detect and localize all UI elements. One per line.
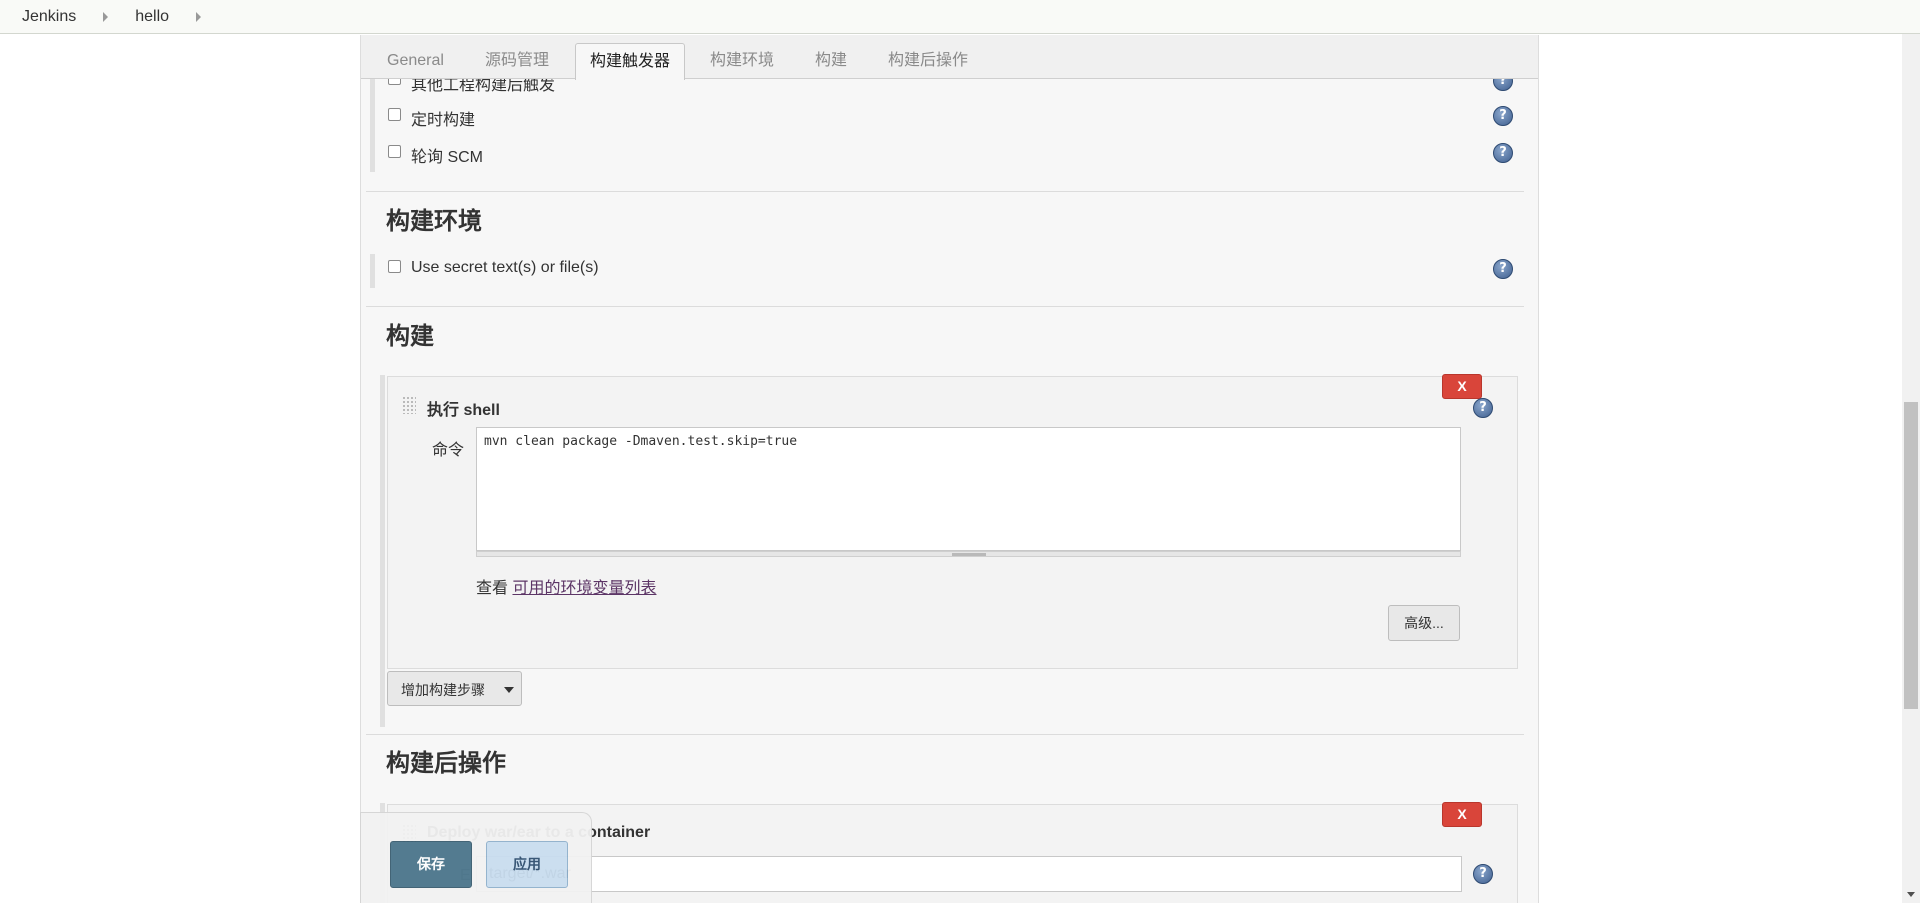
command-text: mvn clean package -Dmaven.test.skip=true [484,434,798,449]
help-icon[interactable]: ? [1493,259,1513,279]
help-icon[interactable]: ? [1473,864,1493,884]
tab-build-env[interactable]: 构建环境 [696,43,788,79]
war-files-input[interactable]: target/*.war [476,856,1462,892]
secret-text-label: Use secret text(s) or file(s) [411,259,599,276]
trigger-poll-scm-label: 轮询 SCM [411,149,484,166]
help-icon[interactable]: ? [1493,106,1513,126]
breadcrumb-job[interactable]: hello [135,8,169,26]
tab-triggers[interactable]: 构建触发器 [575,43,686,80]
section-indent-bar [380,375,385,727]
add-build-step-label: 增加构建步骤 [401,682,485,698]
trigger-timer-checkbox[interactable] [388,108,401,121]
env-vars-prefix: 查看 [476,580,509,597]
help-icon[interactable]: ? [1473,398,1493,418]
build-step-title: 执行 shell [427,402,500,419]
resize-grip-icon [952,553,986,556]
section-title-build-env: 构建环境 [386,208,482,235]
trigger-poll-scm-checkbox[interactable] [388,145,401,158]
env-vars-hint: 查看 可用的环境变量列表 [476,574,656,598]
secret-text-checkbox[interactable] [388,260,401,273]
build-step-shell: 执行 shell X ? 命令 mvn clean package -Dmave… [387,374,1518,669]
tab-post-build[interactable]: 构建后操作 [874,43,982,79]
section-indent-bar [370,254,375,288]
add-build-step-button[interactable]: 增加构建步骤 [387,671,522,706]
tab-scm[interactable]: 源码管理 [471,43,563,79]
chevron-right-icon[interactable] [103,11,109,22]
scroll-down-icon[interactable] [1907,892,1915,897]
section-divider [366,734,1524,735]
section-divider [366,191,1524,192]
drag-handle-icon[interactable] [402,396,416,414]
help-icon[interactable]: ? [1493,143,1513,163]
command-label: 命令 [432,442,465,459]
form-action-bar: 保存 应用 [360,812,592,903]
section-divider [366,306,1524,307]
trigger-timer-label: 定时构建 [411,112,476,129]
command-textarea[interactable]: mvn clean package -Dmaven.test.skip=true [476,427,1461,551]
scrollbar-thumb[interactable] [1904,402,1918,709]
env-vars-link[interactable]: 可用的环境变量列表 [512,580,656,597]
textarea-resize-handle[interactable] [476,551,1461,557]
section-title-post-build: 构建后操作 [386,750,506,777]
tab-build[interactable]: 构建 [801,43,861,79]
chevron-right-icon[interactable] [196,11,202,22]
breadcrumb: Jenkins hello [0,0,1920,34]
section-title-build: 构建 [386,323,434,350]
save-button[interactable]: 保存 [390,841,472,888]
delete-post-step-button[interactable]: X [1442,802,1482,827]
delete-step-button[interactable]: X [1442,374,1482,399]
section-indent-bar [370,79,375,172]
breadcrumb-jenkins[interactable]: Jenkins [22,8,76,26]
page-scrollbar[interactable] [1902,34,1920,903]
config-panel: General 源码管理 构建触发器 构建环境 构建 构建后操作 其他工程构建后… [360,35,1539,903]
advanced-button[interactable]: 高级... [1388,605,1460,641]
config-tabbar: General 源码管理 构建触发器 构建环境 构建 构建后操作 [361,35,1538,80]
caret-down-icon [504,687,514,693]
tab-general[interactable]: General [373,43,458,79]
apply-button[interactable]: 应用 [486,841,568,888]
